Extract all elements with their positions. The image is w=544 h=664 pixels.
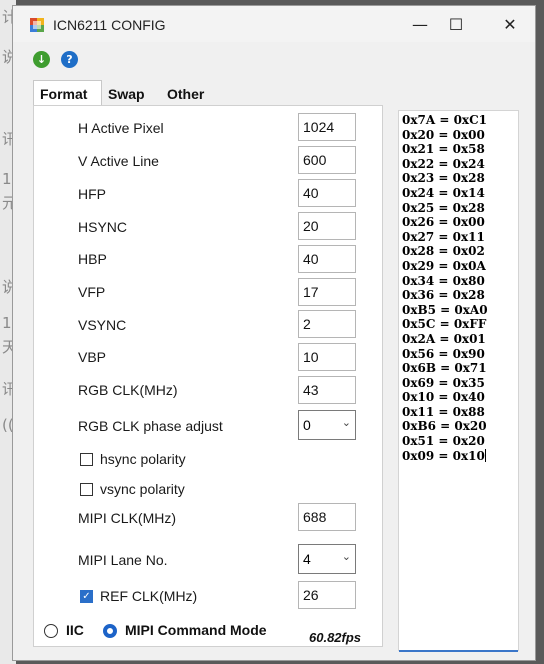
vfp-label: VFP xyxy=(78,284,106,300)
register-line: 0x22 = 0x24 xyxy=(402,156,485,171)
register-line: 0x25 = 0x28 xyxy=(402,200,485,215)
iic-radio[interactable] xyxy=(44,624,58,638)
config-window: ICN6211 CONFIG — ☐ ✕ ↓ ? Format Swap Oth… xyxy=(12,5,536,661)
vbp-label: VBP xyxy=(78,349,107,365)
tab-other[interactable]: Other xyxy=(161,82,221,106)
help-icon[interactable]: ? xyxy=(61,51,78,68)
register-line: 0x7A = 0xC1 xyxy=(402,113,487,127)
register-output-box[interactable]: 0x7A = 0xC1 0x20 = 0x00 0x21 = 0x58 0x22… xyxy=(398,110,519,652)
maximize-button[interactable]: ☐ xyxy=(433,10,479,38)
register-line: 0x5C = 0xFF xyxy=(402,317,487,332)
chevron-down-icon: ⌄ xyxy=(341,550,351,563)
fps-readout: 60.82fps xyxy=(309,630,362,645)
hsync-label: HSYNC xyxy=(78,219,128,235)
register-line: 0x6B = 0x71 xyxy=(402,361,487,376)
vsync-polarity-checkbox[interactable] xyxy=(80,483,93,496)
text-cursor xyxy=(484,448,486,462)
close-button[interactable]: ✕ xyxy=(487,10,533,38)
hfp-label: HFP xyxy=(78,186,106,202)
register-line: 0x24 = 0x14 xyxy=(402,185,485,200)
background-text: 1 xyxy=(2,314,12,332)
hbp-input[interactable]: 40 xyxy=(298,245,356,273)
register-line: 0x69 = 0x35 xyxy=(402,375,485,390)
vbp-input[interactable]: 10 xyxy=(298,343,356,371)
register-line: 0x11 = 0x88 xyxy=(402,404,485,419)
register-line: 0x2A = 0x01 xyxy=(402,331,486,346)
mipi-clk-input[interactable]: 688 xyxy=(298,503,356,531)
hsync-polarity-checkbox[interactable] xyxy=(80,453,93,466)
register-list: 0x7A = 0xC1 0x20 = 0x00 0x21 = 0x58 0x22… xyxy=(402,113,488,463)
ref-clk-checkbox[interactable]: ✓ xyxy=(80,590,93,603)
mipi-lane-label: MIPI Lane No. xyxy=(78,552,168,568)
v-active-line-input[interactable]: 600 xyxy=(298,146,356,174)
focus-underline xyxy=(399,650,518,652)
mipi-clk-label: MIPI CLK(MHz) xyxy=(78,510,176,526)
rgb-clk-phase-label: RGB CLK phase adjust xyxy=(78,418,223,434)
app-icon xyxy=(30,18,44,32)
register-line: 0x09 = 0x10 xyxy=(402,448,485,463)
tab-swap[interactable]: Swap xyxy=(102,82,158,106)
register-line: 0x28 = 0x02 xyxy=(402,244,485,259)
mipi-command-mode-label: MIPI Command Mode xyxy=(125,622,267,638)
hsync-input[interactable]: 20 xyxy=(298,212,356,240)
ref-clk-label: REF CLK(MHz) xyxy=(100,588,198,604)
background-text: 1 xyxy=(2,170,12,188)
mipi-lane-value: 4 xyxy=(303,551,311,567)
register-line: 0x26 = 0x00 xyxy=(402,215,485,230)
vsync-input[interactable]: 2 xyxy=(298,310,356,338)
ref-clk-input[interactable]: 26 xyxy=(298,581,356,609)
vfp-input[interactable]: 17 xyxy=(298,278,356,306)
register-line: 0x36 = 0x28 xyxy=(402,288,485,303)
mipi-lane-select[interactable]: 4 ⌄ xyxy=(298,544,356,574)
hfp-input[interactable]: 40 xyxy=(298,179,356,207)
h-active-pixel-label: H Active Pixel xyxy=(78,120,164,136)
register-line: 0x56 = 0x90 xyxy=(402,346,485,361)
tab-format[interactable]: Format xyxy=(33,80,102,106)
register-line: 0x29 = 0x0A xyxy=(402,258,486,273)
format-panel: H Active Pixel 1024 V Active Line 600 HF… xyxy=(33,105,383,647)
v-active-line-label: V Active Line xyxy=(78,153,159,169)
rgb-clk-label: RGB CLK(MHz) xyxy=(78,382,178,398)
rgb-clk-phase-value: 0 xyxy=(303,417,311,433)
register-line: 0x34 = 0x80 xyxy=(402,273,485,288)
register-line: 0x21 = 0x58 xyxy=(402,142,485,157)
register-line: 0x23 = 0x28 xyxy=(402,171,485,186)
title-bar[interactable]: ICN6211 CONFIG — ☐ ✕ xyxy=(13,6,535,42)
register-line: 0x10 = 0x40 xyxy=(402,390,485,405)
hsync-polarity-label: hsync polarity xyxy=(100,451,186,467)
register-line: 0xB6 = 0x20 xyxy=(402,419,487,434)
register-line: 0x51 = 0x20 xyxy=(402,434,485,449)
register-line: 0x20 = 0x00 xyxy=(402,127,485,142)
register-line: 0x27 = 0x11 xyxy=(402,229,485,244)
rgb-clk-input[interactable]: 43 xyxy=(298,376,356,404)
iic-label: IIC xyxy=(66,622,84,638)
chevron-down-icon: ⌄ xyxy=(341,416,351,429)
register-line: 0xB5 = 0xA0 xyxy=(402,302,488,317)
rgb-clk-phase-select[interactable]: 0 ⌄ xyxy=(298,410,356,440)
vsync-polarity-label: vsync polarity xyxy=(100,481,185,497)
h-active-pixel-input[interactable]: 1024 xyxy=(298,113,356,141)
window-title: ICN6211 CONFIG xyxy=(53,17,166,33)
vsync-label: VSYNC xyxy=(78,317,127,333)
mipi-command-mode-radio[interactable] xyxy=(103,624,117,638)
download-icon[interactable]: ↓ xyxy=(33,51,50,68)
hbp-label: HBP xyxy=(78,251,107,267)
